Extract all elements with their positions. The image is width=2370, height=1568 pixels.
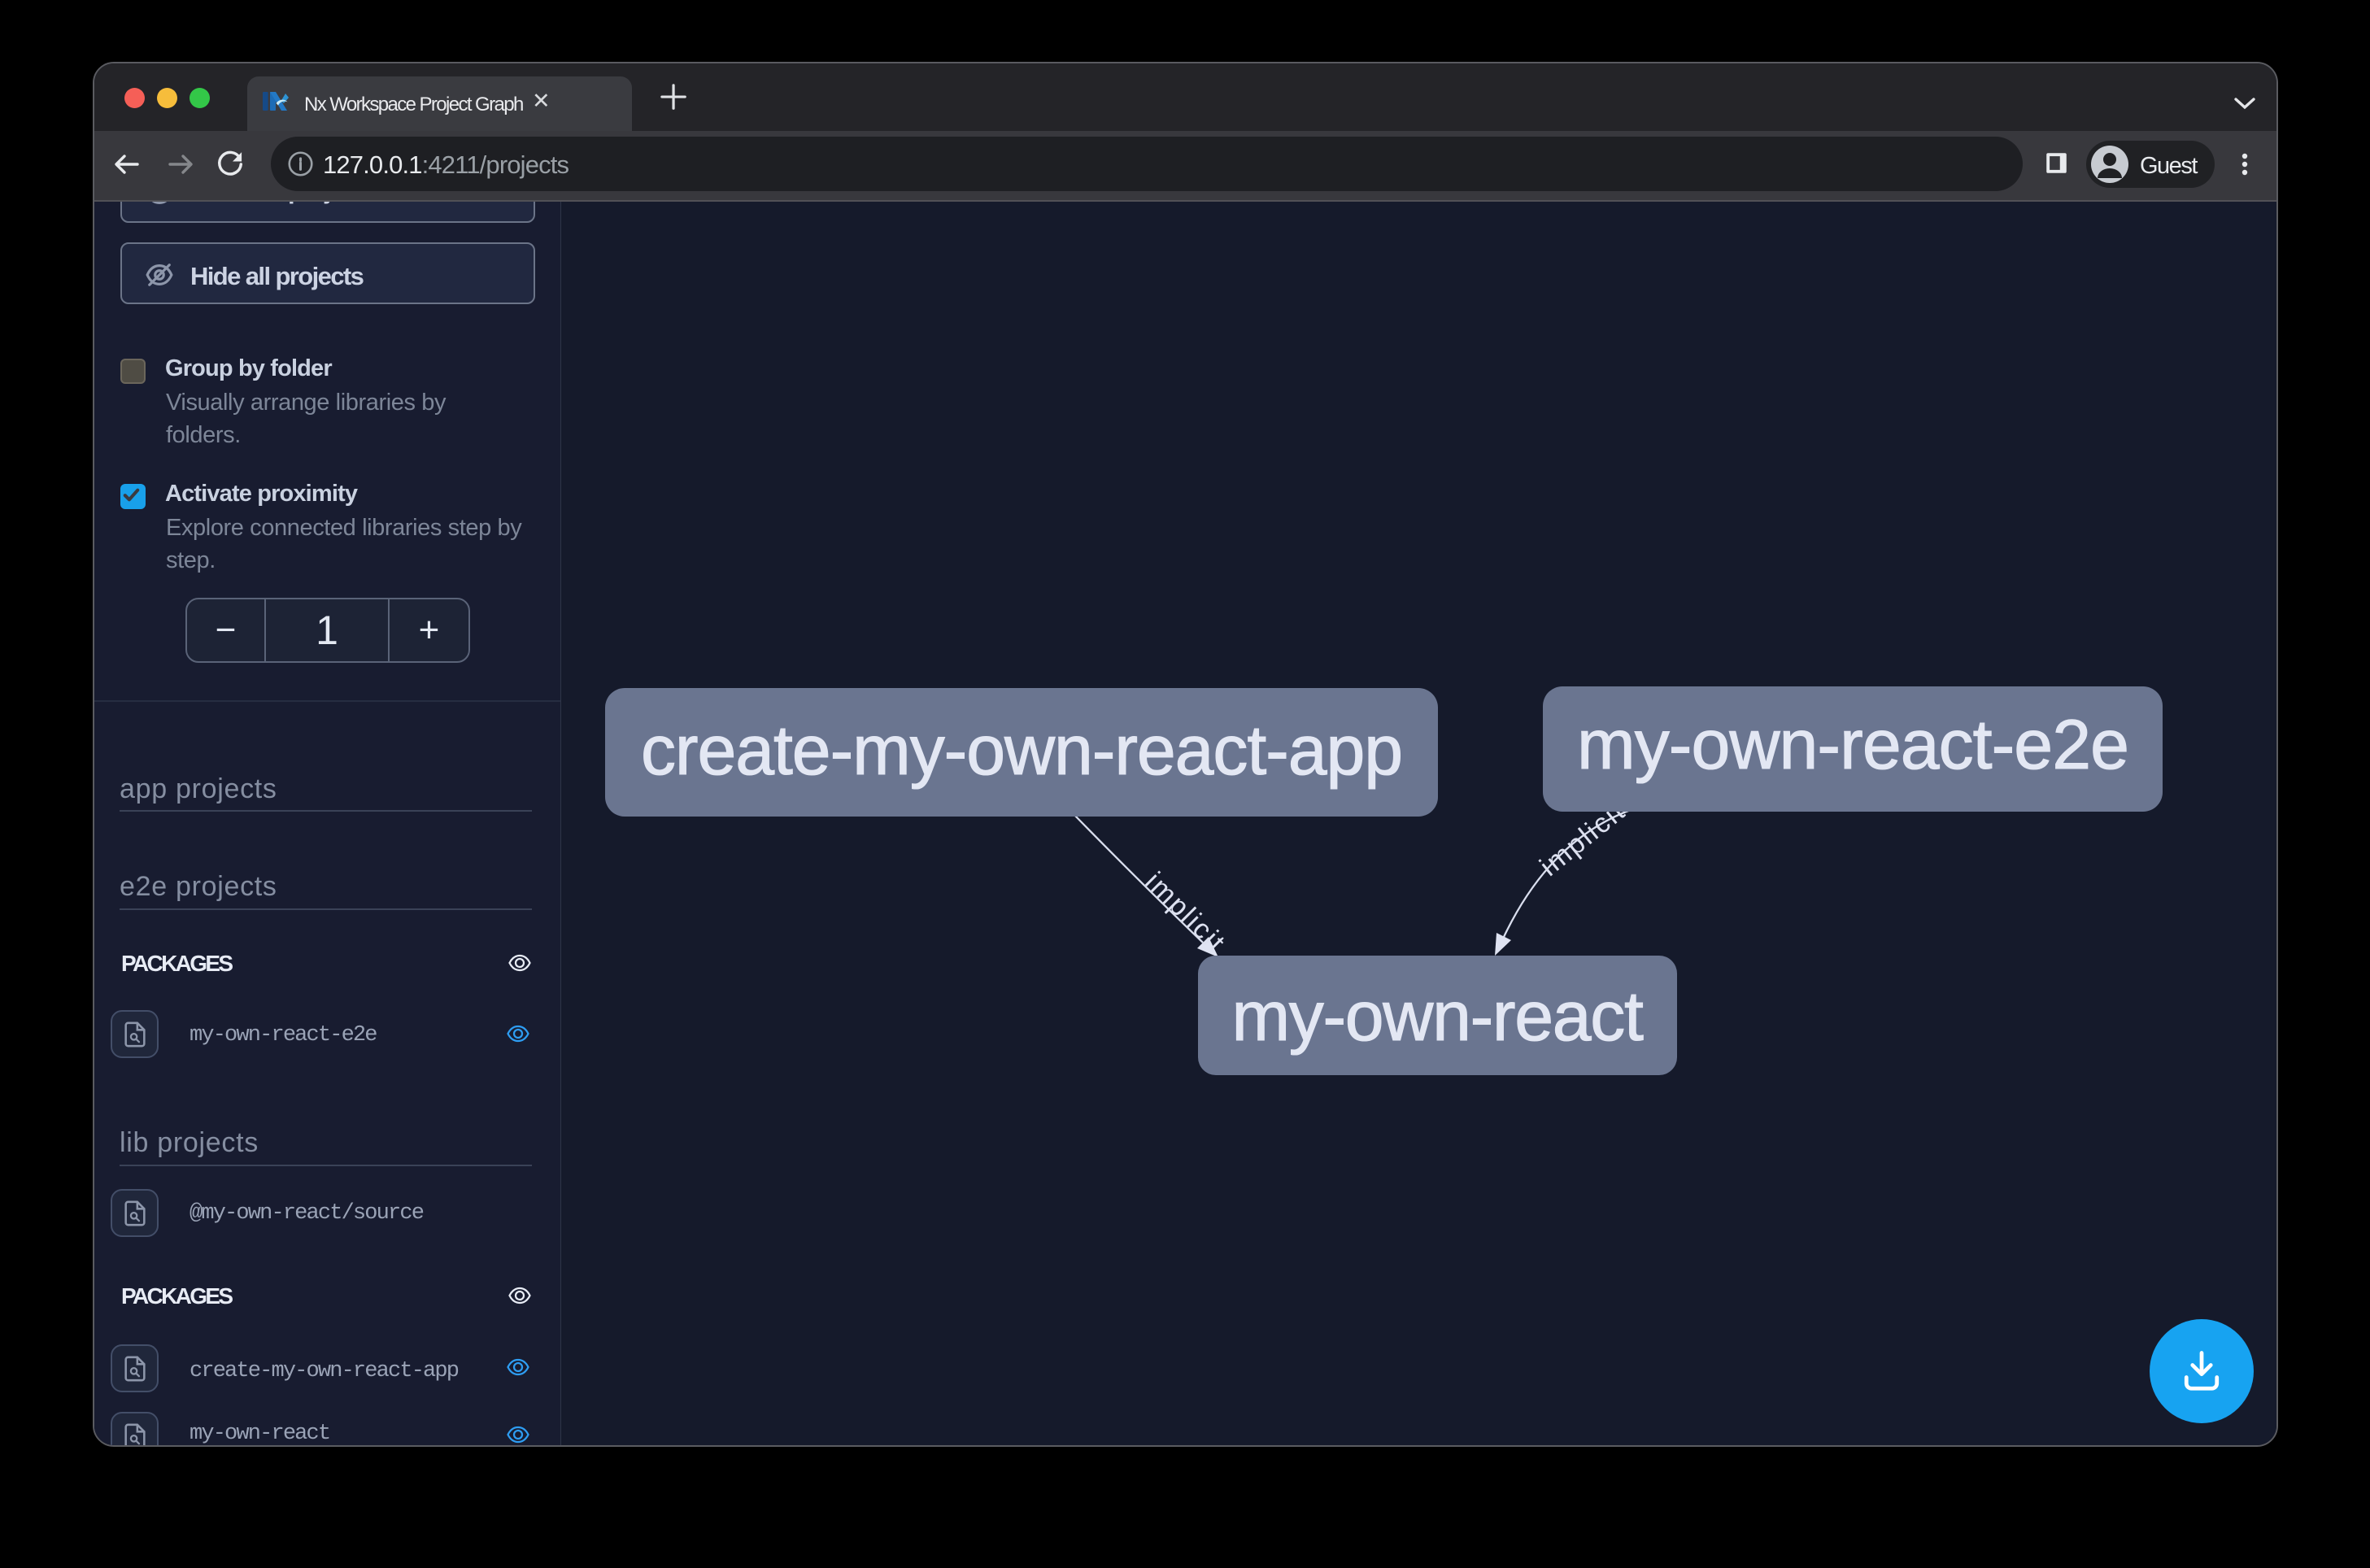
svg-text:create-my-own-react-app: create-my-own-react-app — [641, 712, 1402, 790]
svg-text:implicit: implicit — [1139, 866, 1231, 959]
svg-text:my-own-react-e2e: my-own-react-e2e — [1577, 706, 2128, 784]
svg-text:my-own-react: my-own-react — [1231, 978, 1643, 1056]
